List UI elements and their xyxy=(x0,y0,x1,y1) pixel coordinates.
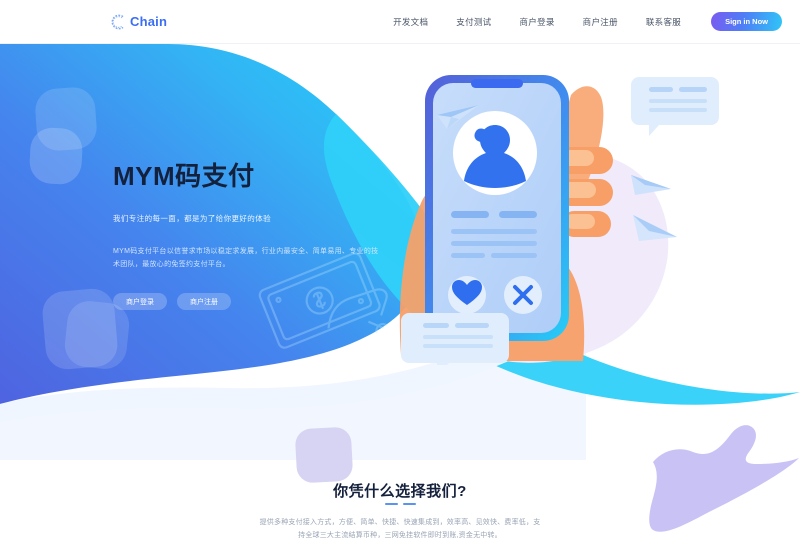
hero-subtitle: 我们专注的每一面，都是为了给你更好的体验 xyxy=(113,213,271,223)
chain-c-logo-icon xyxy=(111,14,124,29)
nav-links: 开发文档 支付测试 商户登录 商户注册 联系客服 Sign in Now xyxy=(393,12,782,31)
hand-holding-phone-illustration xyxy=(399,75,719,375)
features-description: 提供多种支付接入方式，方便、简单、快捷、快速集成到，效率高、见效快、费率低，支持… xyxy=(259,519,541,540)
brand-name: Chain xyxy=(130,14,168,29)
hero-illustration xyxy=(395,55,725,375)
features-divider xyxy=(0,503,800,505)
navbar: Chain 开发文档 支付测试 商户登录 商户注册 联系客服 Sign in N… xyxy=(0,0,800,44)
brand-logo[interactable]: Chain xyxy=(110,13,167,31)
hero-decoration-square-2 xyxy=(28,126,84,186)
nav-item-merchant-login[interactable]: 商户登录 xyxy=(519,16,554,28)
hero-title: MYM码支付 xyxy=(113,161,255,191)
features-title: 你凭什么选择我们? xyxy=(333,483,467,500)
sign-in-now-button[interactable]: Sign in Now xyxy=(711,12,782,31)
hero-action-buttons: 商户登录 商户注册 xyxy=(113,293,413,311)
nav-item-merchant-register[interactable]: 商户注册 xyxy=(583,16,618,28)
hero-content: MYM码支付 我们专注的每一面，都是为了给你更好的体验 MYM码支付平台以信誉求… xyxy=(113,161,413,311)
divider-dash-right xyxy=(402,503,416,505)
paper-plane-icon-right xyxy=(631,175,671,195)
divider-dash-left xyxy=(384,503,398,505)
chat-bubble-icon-right xyxy=(631,77,719,136)
hero-merchant-register-button[interactable]: 商户注册 xyxy=(177,293,231,311)
hero-merchant-login-button[interactable]: 商户登录 xyxy=(113,293,167,311)
feature-decoration-square xyxy=(294,426,354,484)
nav-item-payment-test[interactable]: 支付测试 xyxy=(456,16,491,28)
nav-item-contact-support[interactable]: 联系客服 xyxy=(646,16,681,28)
chat-bubble-icon xyxy=(401,313,509,375)
landing-page: Chain 开发文档 支付测试 商户登录 商户注册 联系客服 Sign in N… xyxy=(0,0,800,547)
hero-description: MYM码支付平台以信誉求市场以稳定求发展，行业内最安全、简单易用、专业的技术团队… xyxy=(113,247,379,268)
nav-item-dev-docs[interactable]: 开发文档 xyxy=(393,16,428,28)
